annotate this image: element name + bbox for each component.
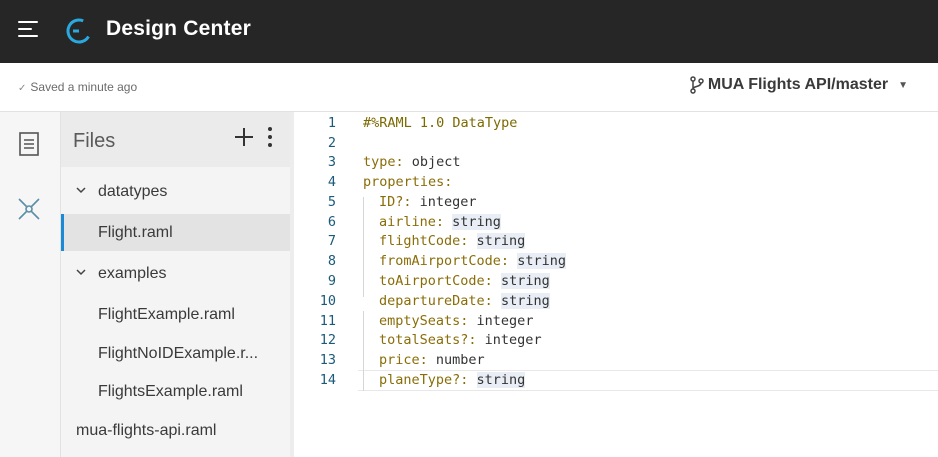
files-panel-header: Files <box>61 112 290 167</box>
yaml-value: integer <box>484 332 542 348</box>
yaml-value: string <box>500 293 550 309</box>
line-number: 12 <box>319 332 336 348</box>
api-graph-icon[interactable] <box>16 196 42 222</box>
files-panel-title: Files <box>73 130 116 152</box>
line-number: 13 <box>319 352 336 368</box>
tree-item-label: FlightExample.raml <box>98 306 235 323</box>
yaml-key: emptySeats <box>379 313 461 329</box>
line-number: 14 <box>319 372 336 388</box>
design-center-logo-icon[interactable] <box>64 16 94 46</box>
tree-item-label: mua-flights-api.raml <box>76 422 217 439</box>
line-number: 7 <box>327 233 336 249</box>
yaml-key: type <box>363 154 396 170</box>
code-line: totalSeats?: integer <box>379 332 542 348</box>
status-bar: ✓ Saved a minute ago MUA Flights API/mast… <box>0 63 938 112</box>
tree-file-flight-raml[interactable]: Flight.raml <box>61 214 290 251</box>
yaml-value: number <box>435 352 485 368</box>
yaml-key: departureDate <box>379 293 485 309</box>
more-options-icon[interactable] <box>266 127 274 149</box>
save-status-text: Saved a minute ago <box>30 80 138 94</box>
yaml-key: price <box>379 352 420 368</box>
code-line: properties: <box>363 174 453 190</box>
code-line: departureDate: string <box>379 293 550 309</box>
tree-file-flightsexample-raml[interactable]: FlightsExample.raml <box>61 373 290 410</box>
tree-item-label: examples <box>98 265 167 282</box>
yaml-key: fromAirportCode <box>379 253 501 269</box>
yaml-value: object <box>411 154 461 170</box>
chevron-down-icon: ▼ <box>898 79 908 91</box>
yaml-value: integer <box>476 313 534 329</box>
chevron-down-icon <box>76 269 86 276</box>
code-line: planeType?: string <box>379 372 526 388</box>
document-icon[interactable] <box>16 131 42 157</box>
yaml-key: properties <box>363 174 445 190</box>
files-panel: Files datatypes Flight.raml examples Fli… <box>61 112 290 457</box>
tree-file-flightnoidexample-raml[interactable]: FlightNoIDExample.r... <box>61 335 290 372</box>
code-line: toAirportCode: string <box>379 273 550 289</box>
code-editor[interactable]: 1 #%RAML 1.0 DataType 2 3 type: object 4… <box>294 112 938 457</box>
code-line: airline: string <box>379 214 501 230</box>
code-line: price: number <box>379 352 485 368</box>
project-branch-label: MUA Flights API/master <box>707 76 889 93</box>
indent-guide <box>363 311 364 391</box>
save-status: ✓ Saved a minute ago <box>18 80 137 94</box>
line-number: 11 <box>319 313 336 329</box>
line-number: 2 <box>327 135 336 151</box>
app-title[interactable]: Design Center <box>106 17 251 41</box>
line-number: 4 <box>327 174 336 190</box>
line-number: 9 <box>327 273 336 289</box>
tree-item-label: Flight.raml <box>98 224 173 241</box>
yaml-key: toAirportCode <box>379 273 485 289</box>
tree-folder-examples[interactable]: examples <box>61 255 290 292</box>
tree-folder-datatypes[interactable]: datatypes <box>61 173 290 210</box>
indent-guide <box>363 197 364 297</box>
tree-item-label: FlightNoIDExample.r... <box>98 345 259 362</box>
tree-file-flightexample-raml[interactable]: FlightExample.raml <box>61 296 290 333</box>
code-line: fromAirportCode: string <box>379 253 566 269</box>
yaml-value: string <box>476 233 526 249</box>
code-line: flightCode: string <box>379 233 526 249</box>
yaml-value: string <box>452 214 501 230</box>
line-number: 6 <box>327 214 336 230</box>
add-file-icon[interactable] <box>233 126 255 148</box>
code-line: emptySeats: integer <box>379 313 534 329</box>
chevron-down-icon <box>76 187 86 194</box>
yaml-value: string <box>500 273 550 289</box>
tree-file-mua-flights-api-raml[interactable]: mua-flights-api.raml <box>61 412 290 449</box>
line-number: 5 <box>327 194 336 210</box>
code-line: #%RAML 1.0 DataType <box>363 115 518 131</box>
yaml-key: flightCode <box>379 233 461 249</box>
line-number: 1 <box>327 115 336 131</box>
code-line: type: object <box>363 154 461 170</box>
yaml-value: integer <box>419 194 477 210</box>
code-line: ID?: integer <box>379 194 477 210</box>
yaml-key: totalSeats? <box>379 332 469 348</box>
yaml-key: planeType? <box>379 372 461 388</box>
line-number: 10 <box>319 293 336 309</box>
branch-icon <box>690 76 704 94</box>
yaml-value: string <box>517 253 566 269</box>
tree-item-label: FlightsExample.raml <box>98 383 243 400</box>
check-icon: ✓ <box>18 83 27 94</box>
yaml-value: string <box>476 372 526 388</box>
line-number: 3 <box>327 154 336 170</box>
top-navigation-bar: Design Center <box>0 0 938 63</box>
side-rail <box>0 112 61 457</box>
tree-item-label: datatypes <box>98 183 168 200</box>
yaml-key: ID? <box>379 194 404 210</box>
hamburger-menu-icon[interactable] <box>18 21 40 39</box>
project-branch-selector[interactable]: MUA Flights API/master ▼ <box>690 76 908 94</box>
line-number: 8 <box>327 253 336 269</box>
yaml-key: airline <box>379 214 436 230</box>
